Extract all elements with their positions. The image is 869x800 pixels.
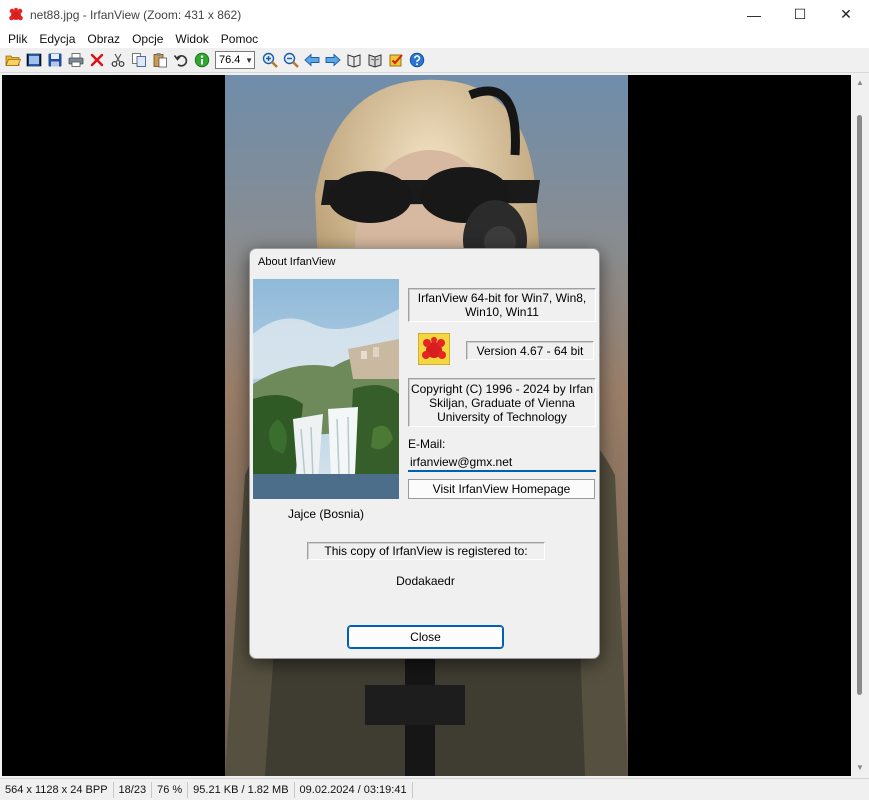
scroll-down-arrow-icon[interactable]: ▼ — [855, 763, 865, 773]
info-button[interactable] — [191, 49, 212, 71]
slideshow-button[interactable] — [23, 49, 44, 71]
last-file-button[interactable] — [364, 49, 385, 71]
email-label: E-Mail: — [408, 437, 446, 451]
status-dimensions: 564 x 1128 x 24 BPP — [0, 781, 114, 798]
zoom-select[interactable]: 76.4 ▼ — [215, 51, 255, 69]
maximize-button[interactable]: ☐ — [777, 0, 823, 29]
paste-button[interactable] — [149, 49, 170, 71]
delete-icon — [90, 53, 103, 67]
help-icon — [409, 52, 424, 68]
copyright-box: Copyright (C) 1996 - 2024 by Irfan Skilj… — [408, 378, 596, 427]
print-icon — [68, 53, 83, 67]
menu-bar: Plik Edycja Obraz Opcje Widok Pomoc — [0, 29, 869, 48]
zoom-select-value: 76.4 — [219, 54, 241, 66]
copy-button[interactable] — [128, 49, 149, 71]
version-box: Version 4.67 - 64 bit — [466, 341, 594, 360]
product-box: IrfanView 64-bit for Win7, Win8, Win10, … — [408, 288, 596, 322]
menu-obraz[interactable]: Obraz — [81, 32, 126, 46]
jajce-waterfall-picture — [253, 279, 399, 499]
picture-caption: Jajce (Bosnia) — [287, 507, 365, 521]
toolbar: 76.4 ▼ — [0, 48, 869, 73]
close-button[interactable]: Close — [347, 625, 504, 649]
registered-name: Dodakaedr — [396, 574, 455, 588]
cut-button[interactable] — [107, 49, 128, 71]
dialog-title: About IrfanView — [258, 256, 336, 268]
paint-icon — [368, 54, 381, 68]
copyright-text: Copyright (C) 1996 - 2024 by Irfan Skilj… — [410, 381, 594, 424]
slideshow-icon — [26, 53, 41, 67]
menu-widok[interactable]: Widok — [169, 32, 214, 46]
next-button[interactable] — [322, 49, 343, 71]
info-icon — [194, 52, 209, 68]
undo-icon — [173, 55, 187, 67]
cut-icon — [111, 53, 124, 67]
copy-icon — [131, 53, 146, 67]
options-button[interactable] — [385, 49, 406, 71]
checkbox-icon — [389, 54, 403, 67]
first-file-button[interactable] — [343, 49, 364, 71]
menu-plik[interactable]: Plik — [2, 32, 33, 46]
about-dialog: About IrfanView Jajce (Bosnia) IrfanView… — [249, 248, 600, 659]
close-window-button[interactable]: ✕ — [823, 0, 869, 29]
irfanview-app-icon[interactable] — [8, 7, 24, 23]
version-text: Version 4.67 - 64 bit — [476, 343, 584, 358]
delete-button[interactable] — [86, 49, 107, 71]
save-icon — [48, 53, 61, 67]
status-date: 09.02.2024 / 03:19:41 — [295, 781, 413, 798]
status-file-index: 18/23 — [114, 781, 153, 798]
next-icon — [325, 53, 341, 67]
help-button[interactable] — [406, 49, 427, 71]
status-file-size: 95.21 KB / 1.82 MB — [188, 781, 295, 798]
zoom-in-icon — [262, 52, 278, 68]
menu-edycja[interactable]: Edycja — [33, 32, 81, 46]
book-icon — [347, 54, 360, 68]
window-title: net88.jpg - IrfanView (Zoom: 431 x 862) — [30, 7, 242, 22]
scroll-thumb[interactable] — [857, 115, 862, 695]
zoom-in-button[interactable] — [259, 49, 280, 71]
title-bar: net88.jpg - IrfanView (Zoom: 431 x 862) … — [0, 0, 869, 29]
undo-button[interactable] — [170, 49, 191, 71]
open-button[interactable] — [2, 49, 23, 71]
chevron-down-icon: ▼ — [245, 55, 253, 65]
scroll-up-arrow-icon[interactable]: ▲ — [855, 78, 865, 88]
menu-pomoc[interactable]: Pomoc — [215, 32, 264, 46]
open-folder-icon — [4, 55, 21, 66]
email-field[interactable] — [408, 453, 596, 472]
zoom-out-icon — [283, 52, 299, 68]
registered-text: This copy of IrfanView is registered to: — [324, 544, 528, 558]
minimize-button[interactable]: — — [731, 0, 777, 29]
previous-icon — [303, 53, 319, 67]
zoom-out-button[interactable] — [280, 49, 301, 71]
previous-button[interactable] — [301, 49, 322, 71]
menu-opcje[interactable]: Opcje — [126, 32, 169, 46]
product-text: IrfanView 64-bit for Win7, Win8, Win10, … — [417, 291, 587, 319]
visit-homepage-button[interactable]: Visit IrfanView Homepage — [408, 479, 595, 499]
window-controls: — ☐ ✕ — [731, 0, 869, 29]
vertical-scrollbar[interactable]: ▲ ▼ — [851, 75, 869, 776]
registered-box: This copy of IrfanView is registered to: — [307, 542, 545, 560]
status-zoom: 76 % — [152, 781, 189, 798]
paste-icon — [153, 53, 167, 68]
print-button[interactable] — [65, 49, 86, 71]
irfanview-logo-icon — [418, 333, 450, 365]
status-bar: 564 x 1128 x 24 BPP 18/23 76 % 95.21 KB … — [0, 778, 869, 800]
save-button[interactable] — [44, 49, 65, 71]
